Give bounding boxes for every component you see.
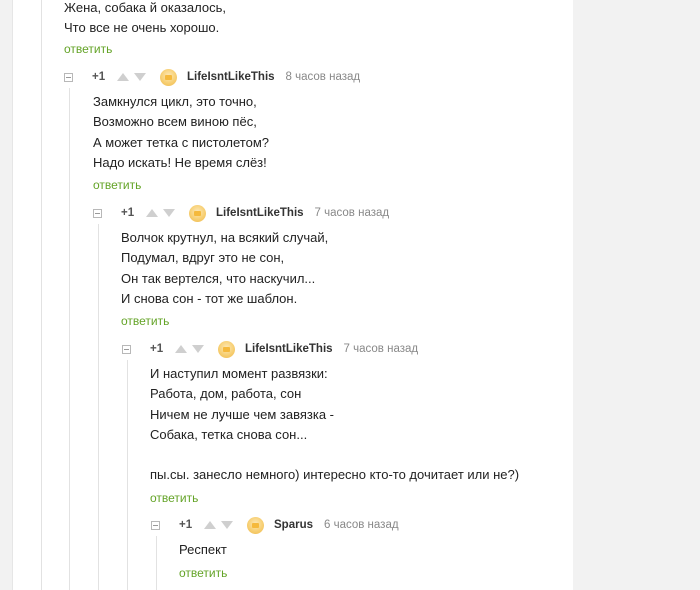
- avatar[interactable]: [160, 68, 177, 86]
- avatar[interactable]: [247, 516, 264, 534]
- author-name[interactable]: Sparus: [274, 519, 313, 531]
- comment-header: +1 LifeIsntLikeThis 7 часов назад: [93, 204, 390, 222]
- comment-time[interactable]: 7 часов назад: [315, 207, 390, 219]
- comment-time[interactable]: 6 часов назад: [324, 519, 399, 531]
- collapse-icon[interactable]: [151, 520, 160, 530]
- reply-link[interactable]: ответить: [150, 491, 198, 505]
- upvote-icon[interactable]: [204, 521, 216, 529]
- comment-time[interactable]: 8 часов назад: [286, 71, 361, 83]
- downvote-icon[interactable]: [221, 521, 233, 529]
- comment-header: +1 Sparus 6 часов назад: [151, 516, 399, 534]
- avatar[interactable]: [189, 204, 206, 222]
- downvote-icon[interactable]: [192, 345, 204, 353]
- comments-panel: Жена, собака й оказалось, Что все не оче…: [12, 0, 573, 590]
- collapse-icon[interactable]: [122, 344, 131, 354]
- thread-line: [98, 224, 99, 590]
- collapse-icon[interactable]: [93, 208, 102, 218]
- comment-header: +1 LifeIsntLikeThis 8 часов назад: [64, 68, 361, 86]
- comment-rating: +1: [150, 343, 164, 355]
- comment-text: Волчок крутнул, на всякий случай, Подума…: [121, 230, 329, 306]
- reply-link[interactable]: ответить: [64, 42, 112, 56]
- comment-rating: +1: [121, 207, 135, 219]
- comment-text: Жена, собака й оказалось, Что все не оче…: [64, 0, 226, 36]
- collapse-icon[interactable]: [64, 72, 73, 82]
- thread-line: [127, 360, 128, 590]
- comment-text: И наступил момент развязки: Работа, дом,…: [150, 366, 520, 483]
- reply-link[interactable]: ответить: [121, 314, 169, 328]
- reply-link[interactable]: ответить: [93, 178, 141, 192]
- author-name[interactable]: LifeIsntLikeThis: [216, 207, 304, 219]
- comment-text: Замкнулся цикл, это точно, Возможно всем…: [93, 94, 269, 170]
- upvote-icon[interactable]: [175, 345, 187, 353]
- downvote-icon[interactable]: [134, 73, 146, 81]
- comment-time[interactable]: 7 часов назад: [344, 343, 419, 355]
- comment-rating: +1: [179, 519, 193, 531]
- thread-line: [41, 0, 42, 590]
- avatar[interactable]: [218, 340, 235, 358]
- author-name[interactable]: LifeIsntLikeThis: [245, 343, 333, 355]
- author-name[interactable]: LifeIsntLikeThis: [187, 71, 275, 83]
- upvote-icon[interactable]: [146, 209, 158, 217]
- reply-link[interactable]: ответить: [179, 566, 227, 580]
- comment-header: +1 LifeIsntLikeThis 7 часов назад: [122, 340, 419, 358]
- downvote-icon[interactable]: [163, 209, 175, 217]
- thread-line: [156, 536, 157, 590]
- comment-rating: +1: [92, 71, 106, 83]
- upvote-icon[interactable]: [117, 73, 129, 81]
- comment-text: Респект: [179, 542, 227, 557]
- thread-line: [69, 88, 70, 590]
